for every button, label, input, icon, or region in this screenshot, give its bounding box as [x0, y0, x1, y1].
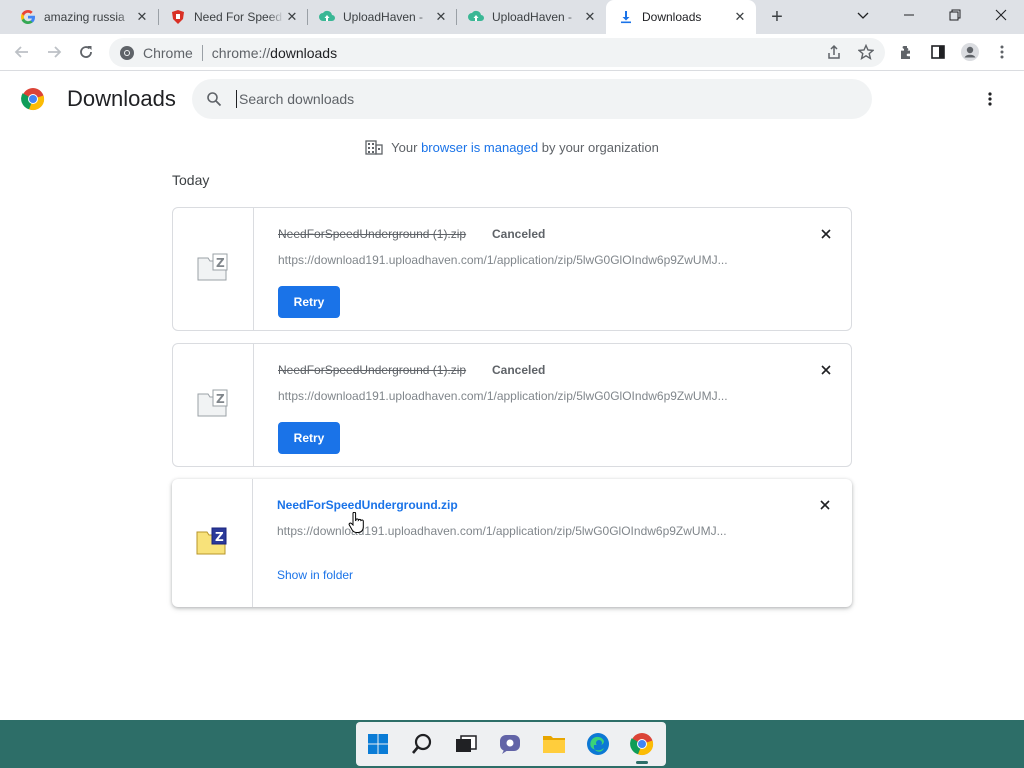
- chrome-logo-icon: [21, 87, 45, 111]
- window-close-button[interactable]: [978, 0, 1024, 30]
- search-icon: [204, 89, 224, 109]
- remove-download-icon[interactable]: [816, 496, 834, 514]
- google-favicon-icon: [20, 9, 36, 25]
- file-icon-column: Z: [172, 479, 253, 607]
- download-item: Z NeedForSpeedUnderground (1).zip Cancel…: [172, 207, 852, 331]
- browser-menu-icon[interactable]: [990, 40, 1014, 64]
- forward-button[interactable]: [42, 40, 66, 64]
- back-button[interactable]: [10, 40, 34, 64]
- tab-amazing-russia[interactable]: amazing russia ✕: [8, 0, 158, 34]
- uploadhaven-favicon-icon: [468, 9, 484, 25]
- managed-text-suffix: by your organization: [538, 139, 659, 155]
- share-icon[interactable]: [822, 40, 846, 64]
- url-text: chrome://downloads: [212, 45, 337, 61]
- downloads-header: Downloads: [0, 72, 1024, 128]
- taskbar-app-group: [356, 722, 666, 766]
- task-view-icon[interactable]: [444, 722, 488, 766]
- tab-title: amazing russia: [44, 10, 125, 24]
- svg-text:Z: Z: [216, 392, 225, 406]
- tab-uploadhaven-1[interactable]: UploadHaven - ✕: [307, 0, 457, 34]
- chat-icon[interactable]: [488, 722, 532, 766]
- zip-file-icon: Z: [195, 526, 229, 561]
- close-icon[interactable]: ✕: [284, 9, 300, 25]
- tab-uploadhaven-2[interactable]: UploadHaven - ✕: [456, 0, 606, 34]
- address-bar[interactable]: Chrome chrome://downloads: [109, 38, 885, 67]
- close-icon[interactable]: ✕: [732, 9, 748, 25]
- chrome-site-icon: [119, 45, 135, 61]
- active-app-indicator: [636, 761, 648, 764]
- search-downloads-box[interactable]: [192, 79, 872, 119]
- managed-text-prefix: Your: [391, 139, 422, 155]
- retry-button[interactable]: Retry: [278, 422, 340, 454]
- search-input[interactable]: [236, 90, 836, 108]
- managed-notice: Your browser is managed by your organiza…: [0, 138, 1024, 156]
- windows-taskbar: [0, 720, 1024, 768]
- source-url: https://download191.uploadhaven.com/1/ap…: [278, 253, 728, 267]
- extensions-icon[interactable]: [894, 40, 918, 64]
- download-status: Canceled: [492, 227, 546, 241]
- tab-title: Need For Speed: [194, 10, 283, 24]
- file-icon-column: Z: [173, 344, 254, 466]
- zip-file-icon: Z: [196, 252, 230, 287]
- tab-title: Downloads: [642, 10, 702, 24]
- uploadhaven-favicon-icon: [319, 9, 335, 25]
- hand-cursor-icon: [348, 511, 364, 534]
- zip-file-icon: Z: [196, 388, 230, 423]
- side-panel-icon[interactable]: [926, 40, 950, 64]
- minimize-button[interactable]: [886, 0, 932, 30]
- page-title: Downloads: [67, 86, 176, 111]
- close-icon[interactable]: ✕: [433, 9, 449, 25]
- close-icon[interactable]: ✕: [134, 9, 150, 25]
- restore-button[interactable]: [932, 0, 978, 30]
- tab-title: UploadHaven -: [343, 10, 424, 24]
- chrome-icon[interactable]: [620, 722, 664, 766]
- browser-managed-link[interactable]: browser is managed: [421, 140, 538, 155]
- reload-button[interactable]: [74, 40, 98, 64]
- download-item: Z NeedForSpeedUnderground (1).zip Cancel…: [172, 343, 852, 467]
- svg-text:Z: Z: [216, 256, 225, 270]
- browser-toolbar: Chrome chrome://downloads: [0, 34, 1024, 71]
- new-tab-button[interactable]: +: [765, 5, 789, 29]
- file-name: NeedForSpeedUnderground (1).zip: [278, 363, 467, 377]
- file-name: NeedForSpeedUnderground (1).zip: [278, 227, 467, 241]
- file-name-link[interactable]: NeedForSpeedUnderground.zip: [277, 498, 458, 512]
- download-icon: [618, 9, 634, 25]
- close-icon[interactable]: ✕: [582, 9, 598, 25]
- omnibox-divider: [201, 44, 203, 61]
- red-shield-favicon-icon: [170, 9, 186, 25]
- tab-need-for-speed[interactable]: Need For Speed ✕: [158, 0, 308, 34]
- source-url: https://download191.uploadhaven.com/1/ap…: [278, 389, 728, 403]
- bookmark-star-icon[interactable]: [854, 40, 878, 64]
- retry-button[interactable]: Retry: [278, 286, 340, 318]
- remove-download-icon[interactable]: [817, 225, 835, 243]
- date-section-label: Today: [172, 172, 210, 188]
- file-icon-column: Z: [173, 208, 254, 330]
- tab-title: UploadHaven -: [492, 10, 573, 24]
- file-explorer-icon[interactable]: [532, 722, 576, 766]
- search-icon[interactable]: [400, 722, 444, 766]
- svg-text:Z: Z: [215, 530, 224, 544]
- tab-strip: amazing russia ✕ Need For Speed ✕ Upload…: [0, 0, 1024, 34]
- tab-downloads[interactable]: Downloads ✕: [606, 0, 756, 34]
- download-item: Z NeedForSpeedUnderground.zip https://do…: [172, 479, 852, 607]
- building-icon: [365, 138, 383, 156]
- show-in-folder-link[interactable]: Show in folder: [277, 568, 353, 582]
- url-path: downloads: [270, 44, 338, 61]
- tab-search-chevron-icon[interactable]: [840, 0, 886, 30]
- download-status: Canceled: [492, 363, 546, 377]
- url-scheme: chrome://: [211, 44, 271, 61]
- edge-icon[interactable]: [576, 722, 620, 766]
- remove-download-icon[interactable]: [817, 361, 835, 379]
- start-icon[interactable]: [356, 722, 400, 766]
- more-actions-icon[interactable]: [978, 87, 1002, 111]
- profile-avatar-icon[interactable]: [958, 40, 982, 64]
- site-chip-label: Chrome: [143, 44, 193, 61]
